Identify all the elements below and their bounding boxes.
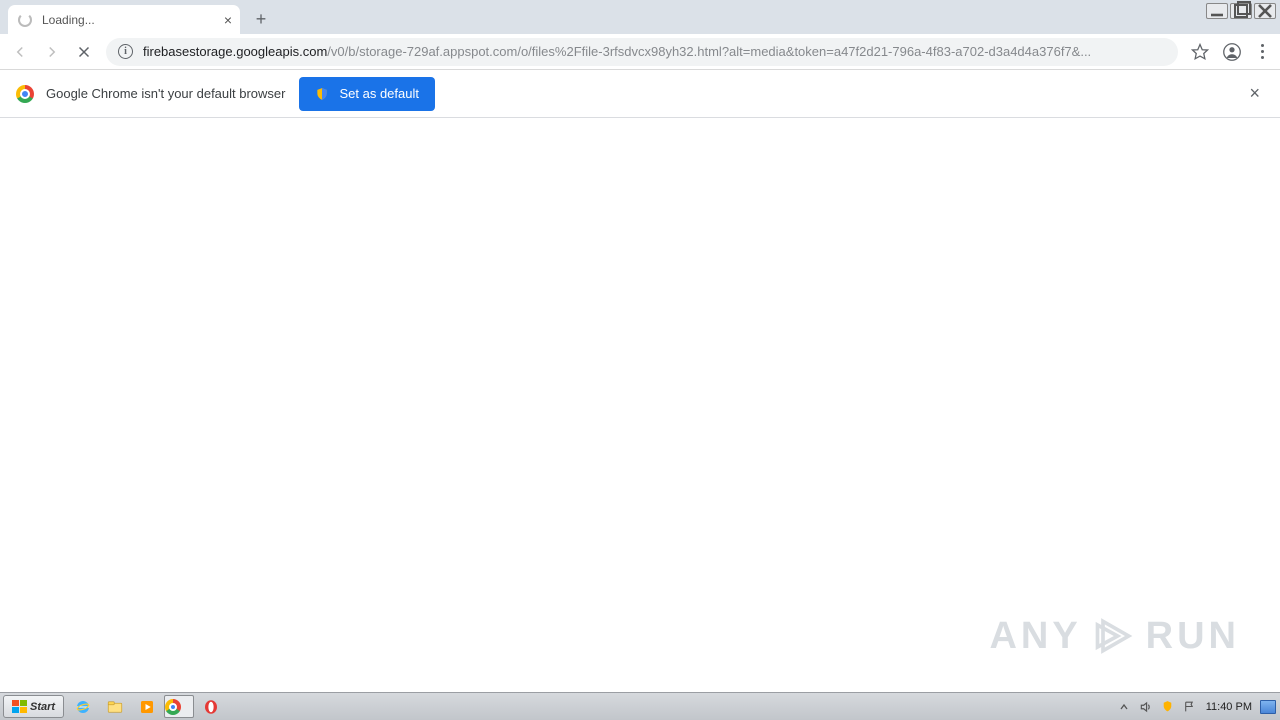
tab-title: Loading... [42,13,95,27]
loading-spinner-icon [18,13,32,27]
browser-tab[interactable]: Loading... × [8,5,240,34]
page-content: ANY RUN [0,118,1280,692]
taskbar-clock[interactable]: 11:40 PM [1204,701,1254,713]
shield-icon [315,86,329,102]
new-tab-button[interactable]: + [248,6,274,32]
default-browser-infobar: Google Chrome isn't your default browser… [0,70,1280,118]
windows-flag-icon [12,700,27,713]
tray-volume-icon[interactable] [1138,699,1154,715]
browser-toolbar: firebasestorage.googleapis.com/v0/b/stor… [0,34,1280,70]
back-button[interactable] [6,38,34,66]
tray-flag-icon[interactable] [1182,699,1198,715]
play-icon [1092,614,1136,658]
address-bar[interactable]: firebasestorage.googleapis.com/v0/b/stor… [106,38,1178,66]
watermark-right: RUN [1146,615,1240,658]
set-default-button[interactable]: Set as default [299,77,435,111]
bookmark-star-icon[interactable] [1186,38,1214,66]
windows-taskbar: Start 11:40 PM [0,692,1280,720]
profile-avatar-icon[interactable] [1218,38,1246,66]
set-default-label: Set as default [339,86,419,101]
maximize-button[interactable] [1230,3,1252,19]
stop-button[interactable] [70,38,98,66]
taskbar-ie-icon[interactable] [68,695,98,718]
start-button[interactable]: Start [3,695,64,718]
tab-strip: Loading... × + [0,0,1280,34]
url-host: firebasestorage.googleapis.com [143,44,327,59]
close-tab-icon[interactable]: × [224,12,232,28]
site-info-icon[interactable] [118,44,133,59]
taskbar-explorer-icon[interactable] [100,695,130,718]
start-label: Start [30,701,55,713]
system-tray: 11:40 PM [1112,693,1280,720]
infobar-message: Google Chrome isn't your default browser [46,86,285,101]
show-desktop-button[interactable] [1260,700,1276,714]
window-controls [1206,3,1276,19]
taskbar-chrome-icon[interactable] [164,695,194,718]
close-infobar-icon[interactable]: × [1245,83,1264,104]
taskbar-opera-icon[interactable] [196,695,226,718]
chrome-menu-button[interactable] [1250,38,1274,66]
forward-button[interactable] [38,38,66,66]
close-window-button[interactable] [1254,3,1276,19]
anyrun-watermark: ANY RUN [989,614,1240,658]
url-path: /v0/b/storage-729af.appspot.com/o/files%… [327,44,1091,59]
tray-shield-icon[interactable] [1160,699,1176,715]
chrome-logo-icon [16,85,34,103]
minimize-button[interactable] [1206,3,1228,19]
tray-expand-icon[interactable] [1116,699,1132,715]
taskbar-media-icon[interactable] [132,695,162,718]
watermark-left: ANY [989,615,1081,658]
